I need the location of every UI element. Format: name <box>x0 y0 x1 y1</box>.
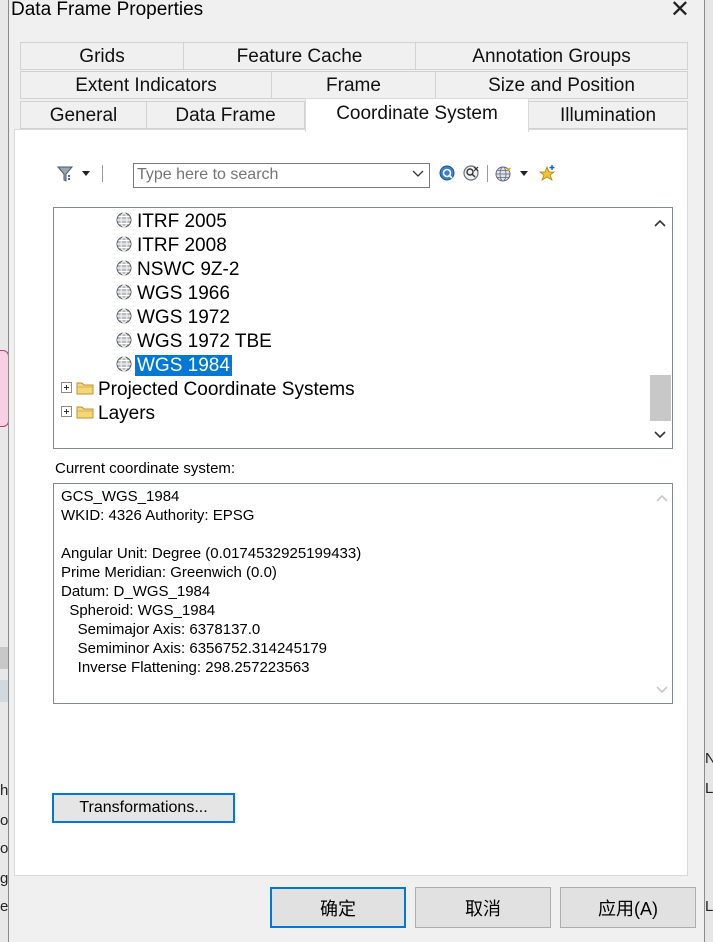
tree-item-wgs-1972[interactable]: WGS 1972 <box>116 306 230 330</box>
close-icon[interactable]: ✕ <box>670 0 690 23</box>
folder-icon <box>76 382 94 395</box>
ok-button[interactable]: 确定 <box>270 887 406 928</box>
background-text: o <box>0 840 8 857</box>
coordinate-system-tree[interactable]: ITRF 2005 ITRF 2008 NSWC 9Z-2 WGS 1966 W… <box>53 207 673 449</box>
background-bar <box>0 647 8 669</box>
detail-line: Datum: D_WGS_1984 <box>61 583 211 600</box>
globe-dropdown-icon[interactable] <box>493 163 533 185</box>
background-text: o <box>0 812 8 829</box>
chevron-down-icon[interactable] <box>412 167 424 182</box>
globe-icon <box>116 212 132 228</box>
background-text: g <box>0 870 8 887</box>
tree-item-itrf-2008[interactable]: ITRF 2008 <box>116 234 227 258</box>
globe-icon <box>116 332 132 348</box>
tree-item-wgs-1966[interactable]: WGS 1966 <box>116 282 230 306</box>
detail-line: Inverse Flattening: 298.257223563 <box>61 659 310 676</box>
tree-item-wgs-1984[interactable]: WGS 1984 <box>116 354 232 378</box>
detail-line: Spheroid: WGS_1984 <box>61 602 216 619</box>
tree-folder-projected-coordinate-systems[interactable]: Projected Coordinate Systems <box>61 378 355 402</box>
globe-icon <box>116 236 132 252</box>
tab-data-frame[interactable]: Data Frame <box>146 101 305 129</box>
toolbar-separator <box>102 165 103 182</box>
tree-item-label: NSWC 9Z-2 <box>137 259 240 280</box>
background-text: L <box>705 780 713 797</box>
tree-scrollbar[interactable] <box>648 208 672 448</box>
tree-item-label: ITRF 2005 <box>137 211 227 232</box>
filter-dropdown-button[interactable] <box>48 163 92 185</box>
folder-icon <box>76 406 94 419</box>
tree-folder-label: Projected Coordinate Systems <box>98 379 355 400</box>
detail-line: Semiminor Axis: 6356752.314245179 <box>61 640 328 657</box>
tab-grids[interactable]: Grids <box>20 42 184 70</box>
transformations-button[interactable]: Transformations... <box>52 793 235 823</box>
tree-item-label-selected: WGS 1984 <box>135 355 232 376</box>
detail-line: Angular Unit: Degree (0.0174532925199433… <box>61 545 362 562</box>
current-coordinate-system-details[interactable]: GCS_WGS_1984 WKID: 4326 Authority: EPSG … <box>53 483 673 704</box>
scroll-up-icon <box>656 490 668 505</box>
globe-icon <box>116 284 132 300</box>
tab-feature-cache[interactable]: Feature Cache <box>183 42 416 70</box>
tree-folder-label: Layers <box>98 403 156 424</box>
tab-annotation-groups[interactable]: Annotation Groups <box>415 42 688 70</box>
tree-item-label: WGS 1972 <box>137 307 230 328</box>
tab-illumination[interactable]: Illumination <box>528 101 688 129</box>
expand-icon[interactable] <box>61 406 72 418</box>
scroll-up-icon[interactable] <box>648 210 672 234</box>
tree-item-wgs-1972-tbe[interactable]: WGS 1972 TBE <box>116 330 272 354</box>
cancel-button[interactable]: 取消 <box>415 887 551 928</box>
filter-icon <box>56 166 90 182</box>
tree-item-itrf-2005[interactable]: ITRF 2005 <box>116 210 227 234</box>
add-favorite-icon[interactable] <box>537 163 559 185</box>
search-icon[interactable] <box>437 163 459 185</box>
window-title: Data Frame Properties <box>11 0 204 20</box>
globe-icon <box>116 356 132 372</box>
tab-general[interactable]: General <box>20 101 147 129</box>
scrollbar-thumb[interactable] <box>650 375 671 421</box>
background-text: N <box>705 750 713 767</box>
tree-item-nswc-9z-2[interactable]: NSWC 9Z-2 <box>116 258 239 282</box>
current-coordinate-system-label: Current coordinate system: <box>55 460 236 477</box>
tab-coordinate-system[interactable]: Coordinate System <box>305 98 529 132</box>
tab-extent-indicators[interactable]: Extent Indicators <box>20 71 272 99</box>
tree-folder-layers[interactable]: Layers <box>61 402 155 426</box>
detail-line: WKID: 4326 Authority: EPSG <box>61 507 255 524</box>
background-text: L <box>705 898 713 915</box>
scroll-down-icon <box>656 682 668 697</box>
toolbar-separator <box>487 165 488 182</box>
scroll-down-icon[interactable] <box>648 422 672 446</box>
globe-icon <box>116 260 132 276</box>
background-text: h <box>0 782 8 799</box>
clear-search-icon[interactable] <box>461 163 483 185</box>
background-bar <box>0 680 8 702</box>
search-input[interactable] <box>137 165 405 185</box>
background-text: e <box>0 898 8 915</box>
detail-line: Prime Meridian: Greenwich (0.0) <box>61 564 277 581</box>
expand-icon[interactable] <box>61 382 72 394</box>
tree-item-label: WGS 1972 TBE <box>137 331 272 352</box>
tab-size-and-position[interactable]: Size and Position <box>435 71 688 99</box>
search-box[interactable] <box>133 163 430 188</box>
apply-button[interactable]: 应用(A) <box>560 887 696 928</box>
detail-line: Semimajor Axis: 6378137.0 <box>61 621 261 638</box>
tree-item-label: WGS 1966 <box>137 283 230 304</box>
globe-icon <box>116 308 132 324</box>
tree-item-label: ITRF 2008 <box>137 235 227 256</box>
tab-frame[interactable]: Frame <box>271 71 436 99</box>
detail-line: GCS_WGS_1984 <box>61 488 180 505</box>
